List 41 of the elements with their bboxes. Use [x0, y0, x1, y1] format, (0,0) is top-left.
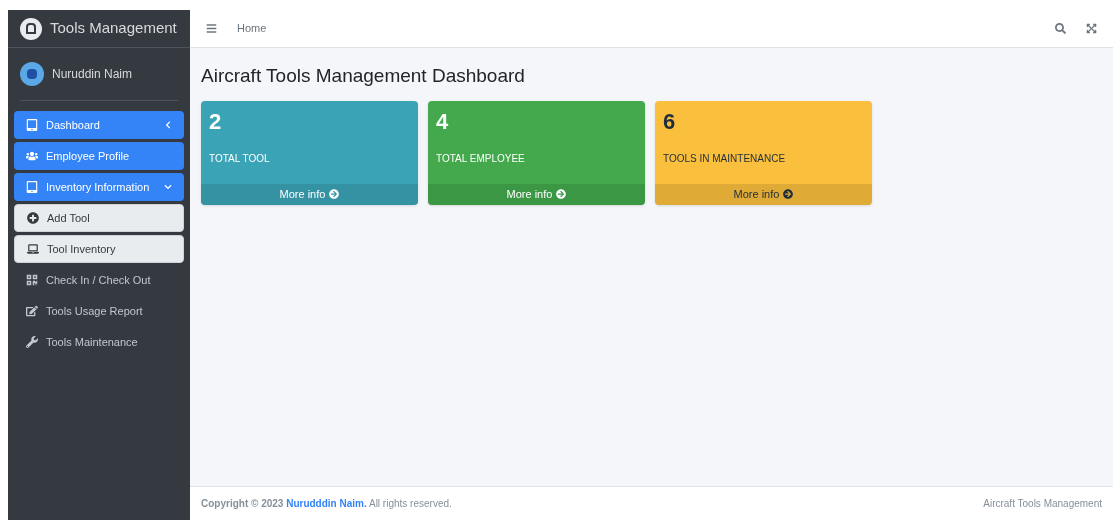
- chevron-down-icon: [164, 183, 172, 191]
- footer-app-name: Aircraft Tools Management: [983, 497, 1102, 511]
- copyright-text: Copyright © 2023 Nurudddin Naim. All rights reserved.: [201, 497, 452, 511]
- menu-icon[interactable]: [206, 23, 217, 34]
- more-info-link[interactable]: More info: [201, 183, 418, 205]
- nav-subitem[interactable]: Add Tool: [14, 204, 184, 232]
- chevron-left-icon: [164, 121, 172, 129]
- arrow-circle-right-icon: [556, 189, 567, 199]
- stat-label: TOTAL TOOL: [209, 151, 271, 166]
- more-info-link[interactable]: More info: [428, 183, 645, 205]
- arrow-circle-right-icon: [783, 189, 794, 199]
- nav-item[interactable]: Tools Maintenance: [14, 328, 184, 356]
- author-link[interactable]: Nurudddin Naim.: [286, 498, 367, 509]
- stat-value: 4: [436, 110, 450, 133]
- stat-value: 2: [209, 110, 223, 133]
- search-icon[interactable]: [1055, 23, 1066, 34]
- more-info-link[interactable]: More info: [655, 183, 872, 205]
- tablet-icon: [26, 119, 38, 131]
- laptop-icon: [27, 243, 39, 255]
- wrench-icon: [26, 336, 38, 348]
- tablet-icon: [26, 181, 38, 193]
- arrow-circle-right-icon: [329, 189, 340, 199]
- edit-icon: [26, 305, 38, 317]
- nav-item[interactable]: Check In / Check Out: [14, 266, 184, 294]
- nav-item[interactable]: Dashboard: [14, 111, 184, 139]
- nav-item[interactable]: Inventory Information: [14, 173, 184, 201]
- nav-subitem[interactable]: Tool Inventory: [14, 235, 184, 263]
- page-title: Aircraft Tools Management Dashboard: [201, 64, 526, 88]
- nav-item[interactable]: Tools Usage Report: [14, 297, 184, 325]
- users-icon: [26, 150, 38, 162]
- nav-item[interactable]: Employee Profile: [14, 142, 184, 170]
- qr-grid-icon: [26, 274, 38, 286]
- user-name[interactable]: Nuruddin Naim: [52, 65, 133, 83]
- logo-icon: [20, 17, 42, 40]
- stat-value: 6: [663, 110, 677, 133]
- avatar-icon: [20, 62, 44, 86]
- stat-label: TOOLS IN MAINTENANCE: [663, 151, 787, 166]
- brand-title[interactable]: Tools Management: [50, 17, 177, 40]
- fullscreen-icon[interactable]: [1086, 23, 1097, 34]
- stat-label: TOTAL EMPLOYEE: [436, 151, 526, 166]
- breadcrumb-link[interactable]: Home: [237, 20, 267, 37]
